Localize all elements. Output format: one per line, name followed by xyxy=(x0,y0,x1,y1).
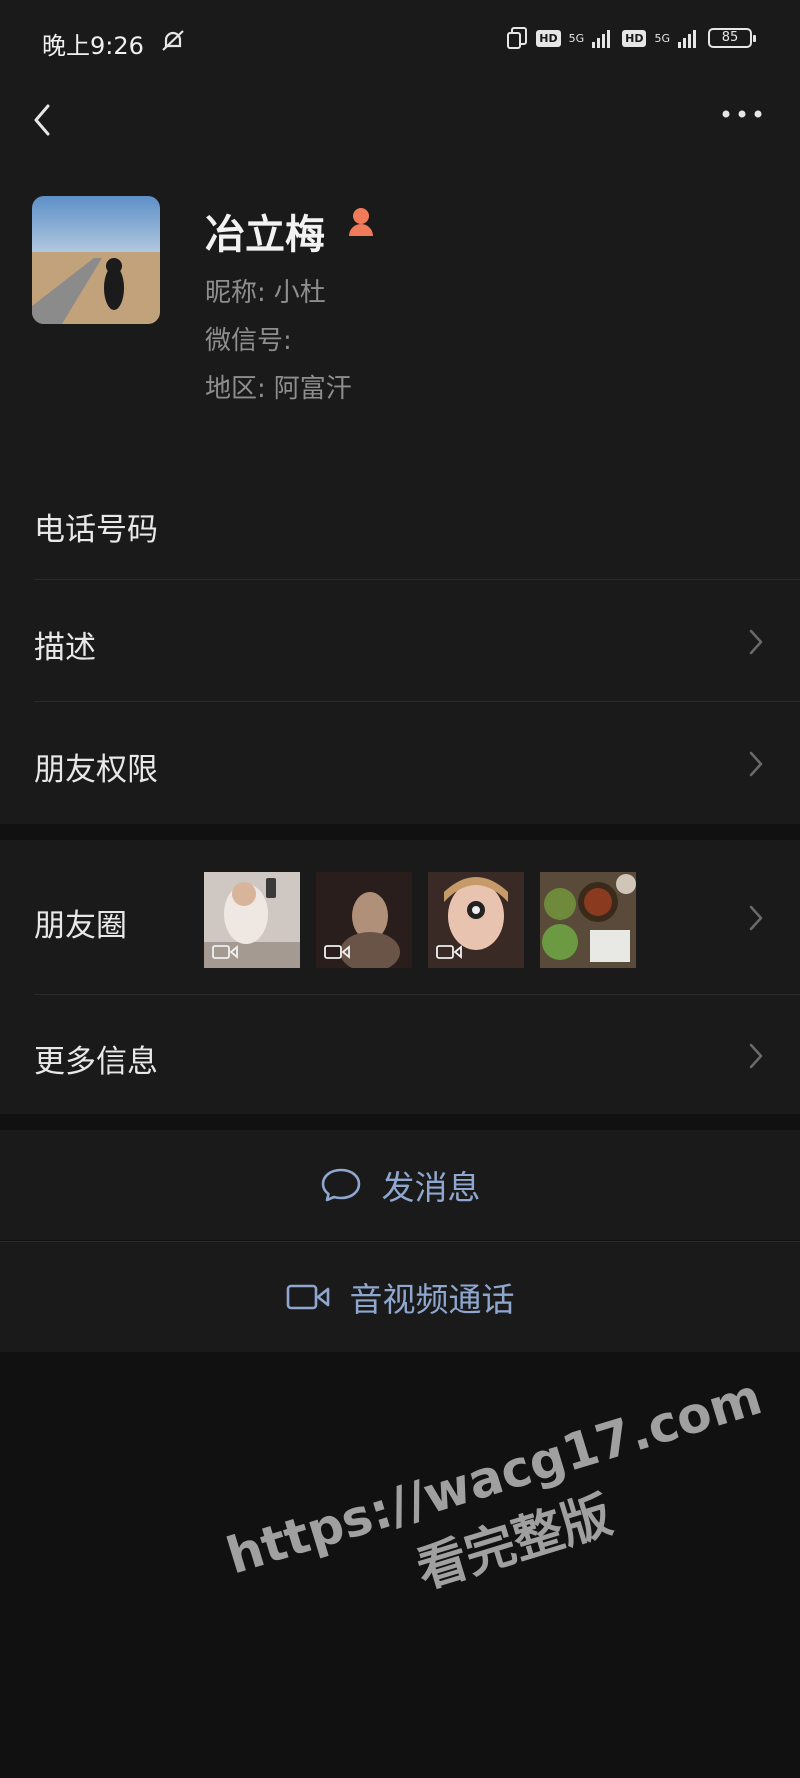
chevron-right-icon xyxy=(749,751,763,777)
more-info-label: 更多信息 xyxy=(34,1044,158,1080)
female-icon xyxy=(349,208,373,236)
video-camera-icon xyxy=(286,1284,329,1310)
chat-bubble-icon xyxy=(321,1168,360,1202)
hd-badge: HD xyxy=(622,29,647,47)
description-row[interactable]: 描述 xyxy=(0,580,800,700)
chevron-right-icon xyxy=(749,629,763,655)
chevron-right-icon xyxy=(749,1043,763,1069)
signal-icon xyxy=(678,30,696,48)
watermark: https://wacg17.com 看完整版 xyxy=(220,1368,789,1655)
video-icon xyxy=(324,945,350,959)
more-info-row[interactable]: 更多信息 xyxy=(0,996,800,1114)
divider xyxy=(34,994,800,995)
moments-thumbnail[interactable] xyxy=(204,872,300,968)
hd-badge: HD xyxy=(536,29,561,47)
network-type: 5G xyxy=(568,31,585,45)
nickname-line: 昵称: 小杜 xyxy=(205,272,326,309)
network-type: 5G xyxy=(654,31,670,45)
region-value: 阿富汗 xyxy=(273,374,352,404)
chevron-right-icon xyxy=(749,905,763,931)
status-bar: 晚上9:26 HD 5G HD 5G 85 xyxy=(0,0,800,86)
avatar[interactable] xyxy=(32,196,160,324)
moments-thumbnail[interactable] xyxy=(540,872,636,968)
sim-icon xyxy=(507,27,528,49)
description-label: 描述 xyxy=(34,630,96,666)
video-icon xyxy=(436,945,462,959)
send-message-label: 发消息 xyxy=(381,1168,481,1207)
contact-name: 冶立梅 xyxy=(205,212,325,258)
wechat-id-line: 微信号: xyxy=(205,320,292,357)
moments-thumbnails xyxy=(204,872,636,968)
friend-permission-label: 朋友权限 xyxy=(34,752,158,788)
wechat-id-label: 微信号: xyxy=(205,326,292,356)
moments-thumbnail[interactable] xyxy=(316,872,412,968)
system-icons: HD 5G HD 5G 85 xyxy=(506,26,756,50)
nickname-value: 小杜 xyxy=(273,278,326,308)
more-dots-icon[interactable] xyxy=(720,104,764,124)
battery-icon: 85 xyxy=(708,28,756,48)
phone-row[interactable]: 电话号码 xyxy=(0,466,800,578)
send-message-button[interactable]: 发消息 xyxy=(0,1130,800,1240)
region-line: 地区: 阿富汗 xyxy=(205,368,352,405)
region-label: 地区: xyxy=(205,374,266,404)
chevron-left-icon[interactable] xyxy=(28,100,56,140)
moments-thumbnail[interactable] xyxy=(428,872,524,968)
moments-label: 朋友圈 xyxy=(34,908,127,944)
phone-label: 电话号码 xyxy=(34,512,158,548)
status-time: 晚上9:26 xyxy=(42,32,144,60)
nickname-label: 昵称: xyxy=(205,278,266,308)
video-call-label: 音视频通话 xyxy=(349,1280,515,1319)
mute-icon xyxy=(162,30,184,51)
video-call-button[interactable]: 音视频通话 xyxy=(0,1242,800,1352)
signal-icon xyxy=(592,30,611,48)
friend-permission-row[interactable]: 朋友权限 xyxy=(0,702,800,824)
video-icon xyxy=(212,945,238,959)
